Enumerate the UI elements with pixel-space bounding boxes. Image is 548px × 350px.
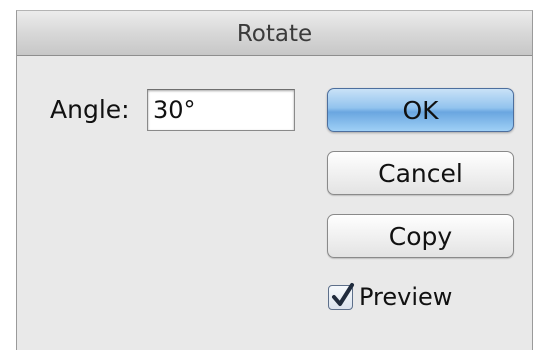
ok-button[interactable]: OK xyxy=(327,88,514,132)
ok-button-label: OK xyxy=(402,95,439,125)
copy-button[interactable]: Copy xyxy=(327,214,514,258)
cancel-button[interactable]: Cancel xyxy=(327,151,514,195)
preview-label: Preview xyxy=(359,283,453,311)
angle-input[interactable] xyxy=(147,89,295,131)
dialog-title: Rotate xyxy=(236,21,313,47)
angle-label: Angle: xyxy=(50,95,130,124)
preview-option[interactable]: Preview xyxy=(328,282,453,311)
preview-checkbox[interactable] xyxy=(328,282,354,310)
cancel-button-label: Cancel xyxy=(378,158,463,188)
checkmark-icon xyxy=(332,282,354,306)
rotate-dialog: Rotate Angle: OK Cancel Copy Preview xyxy=(16,10,533,350)
title-bar[interactable]: Rotate xyxy=(17,11,532,56)
copy-button-label: Copy xyxy=(388,221,453,251)
